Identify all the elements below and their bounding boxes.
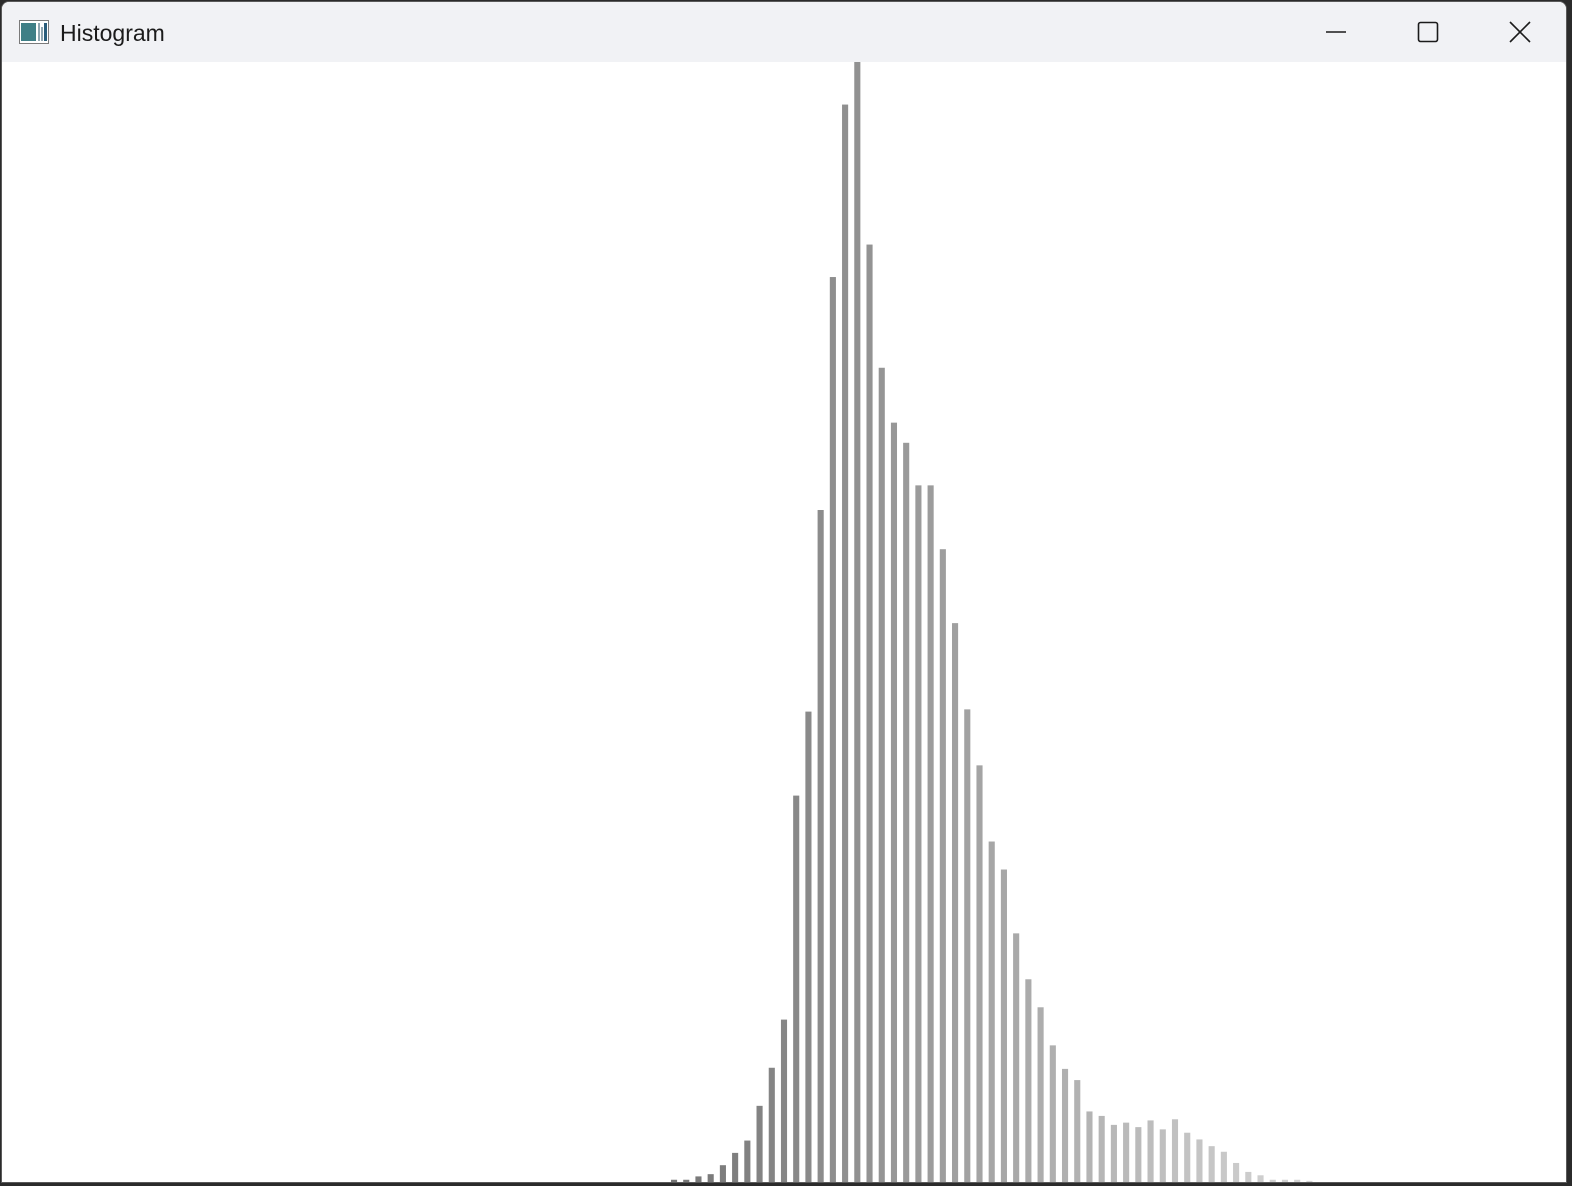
histogram-bar <box>1294 1179 1301 1182</box>
histogram-bar <box>1123 1122 1130 1182</box>
window-title: Histogram <box>60 20 165 46</box>
histogram-bar <box>1196 1139 1203 1182</box>
histogram-bar <box>695 1176 702 1182</box>
histogram-bar <box>1281 1179 1289 1182</box>
histogram-bar <box>768 1067 775 1182</box>
histogram-bar <box>1208 1146 1215 1182</box>
minimize-button[interactable] <box>1290 2 1382 62</box>
histogram-bar <box>1000 869 1007 1182</box>
histogram-bar <box>817 510 824 1182</box>
histogram-bar <box>1098 1115 1105 1182</box>
histogram-bar <box>670 1179 678 1182</box>
histogram-bar <box>1037 1007 1044 1182</box>
histogram-bar <box>1074 1080 1081 1182</box>
maximize-button[interactable] <box>1382 2 1474 62</box>
histogram-bar <box>707 1174 714 1182</box>
histogram-bar <box>1025 979 1032 1182</box>
histogram-bar <box>744 1140 751 1182</box>
histogram-bar <box>1147 1120 1154 1182</box>
histogram-bar <box>964 709 971 1182</box>
histogram-bar <box>952 623 959 1182</box>
histogram-bar <box>756 1105 763 1182</box>
histogram-app-icon <box>19 20 49 44</box>
histogram-bar <box>1245 1171 1252 1182</box>
histogram-bar <box>1049 1045 1056 1182</box>
histogram-bar <box>1220 1151 1227 1182</box>
histogram-bar <box>683 1179 690 1182</box>
histogram-chart <box>670 62 1313 1182</box>
histogram-bar <box>805 711 812 1182</box>
minimize-icon <box>1326 31 1346 33</box>
histogram-plot-area <box>2 62 1566 1182</box>
histogram-bar <box>719 1165 726 1182</box>
histogram-bar <box>793 795 800 1182</box>
close-icon <box>1509 21 1531 43</box>
histogram-bar <box>732 1152 739 1182</box>
histogram-bar <box>903 442 910 1182</box>
histogram-bar <box>878 367 885 1182</box>
histogram-bar <box>1171 1119 1179 1182</box>
histogram-bar <box>1061 1068 1069 1182</box>
histogram-bar <box>829 277 836 1182</box>
histogram-bar <box>1184 1132 1191 1182</box>
histogram-bar <box>988 841 995 1182</box>
histogram-bar <box>842 104 849 1182</box>
histogram-bar <box>866 244 873 1182</box>
histogram-bar <box>1306 1180 1313 1182</box>
histogram-bar <box>939 549 946 1182</box>
histogram-bar <box>1086 1111 1093 1182</box>
histogram-bar <box>780 1019 788 1182</box>
title-bar[interactable]: Histogram <box>2 2 1566 62</box>
maximize-icon <box>1417 21 1439 43</box>
histogram-bar <box>1110 1124 1117 1182</box>
histogram-bar <box>1257 1175 1264 1182</box>
histogram-bar <box>1269 1179 1276 1182</box>
histogram-bar <box>927 485 934 1182</box>
histogram-bar <box>1159 1129 1166 1182</box>
histogram-bar <box>915 485 922 1182</box>
close-button[interactable] <box>1474 2 1566 62</box>
histogram-bar <box>1233 1162 1240 1182</box>
histogram-bar <box>976 765 983 1182</box>
histogram-bar <box>890 422 898 1182</box>
histogram-bar <box>1135 1127 1142 1182</box>
histogram-window: Histogram <box>1 1 1567 1183</box>
histogram-bar <box>854 62 861 1182</box>
histogram-bar <box>1013 933 1020 1182</box>
